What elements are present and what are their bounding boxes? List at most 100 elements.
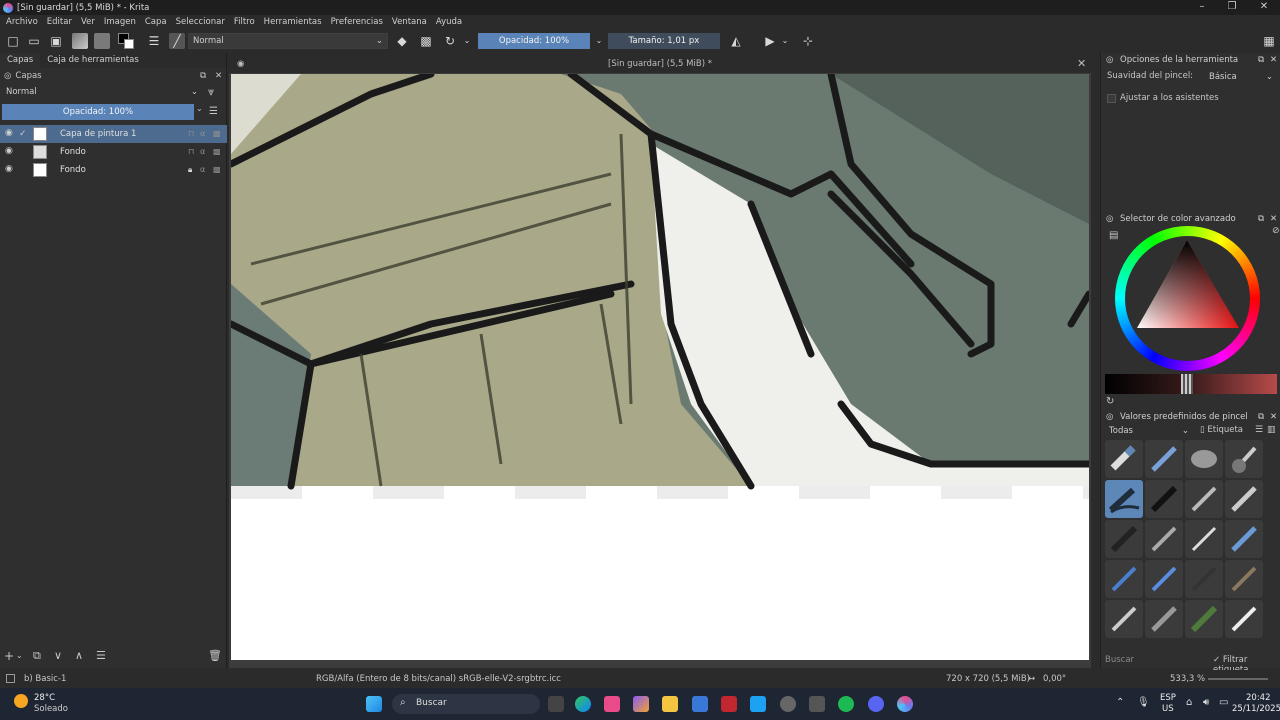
chevron-down-icon[interactable]: ⌄ [196,104,203,113]
color-history-strip[interactable] [1105,374,1277,394]
pattern-icon[interactable] [94,33,110,49]
layer-options-icon[interactable]: ☰ [209,106,218,117]
layer-row[interactable]: ◉ Fondo ⊓ α ▩ [0,143,227,161]
layer-row[interactable]: ◉ Fondo 🔒︎ α ▩ [0,161,227,179]
menu-ayuda[interactable]: Ayuda [436,17,462,27]
microphone-icon[interactable]: 🎙︎ [1137,697,1150,708]
edge-icon[interactable] [575,696,591,712]
float-dock-icon[interactable]: ⧉ [1258,53,1264,67]
menu-capa[interactable]: Capa [145,17,167,27]
add-layer-icon[interactable]: + [4,649,14,663]
clear-color-icon[interactable]: ⊘ [1272,226,1280,236]
layer-properties-icon[interactable]: ☰ [96,649,106,662]
chevron-down-icon[interactable]: ⌄ [594,33,604,49]
wrap-around-icon[interactable]: ⊹ [800,33,816,49]
app-icon[interactable] [604,696,620,712]
eye-icon[interactable]: ◉ [5,147,14,156]
menu-imagen[interactable]: Imagen [104,17,136,27]
tab-capas[interactable]: Capas [0,53,41,68]
close-dock-icon[interactable]: ✕ [1270,212,1277,226]
float-dock-icon[interactable]: ⧉ [1258,410,1264,424]
layer-blend-mode-select[interactable]: Normal ⌄ [2,85,202,99]
brush-preset-marker[interactable] [1225,480,1263,518]
brush-preset-color-pencil[interactable] [1225,520,1263,558]
close-dock-icon[interactable]: ✕ [215,71,222,81]
open-folder-icon[interactable]: ▭ [26,33,42,49]
lock-icon[interactable]: ⊓ [188,143,198,161]
refresh-icon[interactable]: ↻ [1106,396,1114,407]
mirror-vertical-icon[interactable]: ▶ [762,33,778,49]
krita-taskbar-icon[interactable] [897,696,913,712]
menu-ventana[interactable]: Ventana [392,17,427,27]
brush-preset-pencil[interactable] [1185,480,1223,518]
file-explorer-icon[interactable] [662,696,678,712]
canvas[interactable] [231,74,1089,660]
brush-preset-pencil-wood[interactable] [1225,560,1263,598]
duplicate-layer-icon[interactable]: ⧉ [33,649,41,663]
eraser-icon[interactable]: ◆ [394,33,410,49]
brush-settings-icon[interactable]: ☰ [146,33,162,49]
gradient-icon[interactable] [72,33,88,49]
brush-preset-basic-1[interactable] [1105,480,1143,518]
size-slider[interactable]: Tamaño: 1,01 px [608,33,720,49]
brush-preset-pencil-light[interactable] [1145,560,1183,598]
zoom-slider[interactable] [1208,678,1268,680]
discord-icon[interactable] [868,696,884,712]
new-document-icon[interactable]: □ [5,33,21,49]
opacity-slider[interactable]: Opacidad: 100% [478,33,590,49]
netflix-icon[interactable] [721,696,737,712]
brush-preset-texture[interactable] [1225,600,1263,638]
reload-preset-icon[interactable]: ↻ [442,33,458,49]
preset-filter-select[interactable]: Todas ⌄ [1105,425,1193,438]
menu-editar[interactable]: Editar [47,17,72,27]
workspace-icon[interactable]: ▦ [1261,33,1277,49]
menu-archivo[interactable]: Archivo [6,17,38,27]
smoothing-select[interactable]: Básica ⌄ [1205,70,1277,84]
close-dock-icon[interactable]: ✕ [1270,53,1277,67]
menu-filtro[interactable]: Filtro [234,17,255,27]
language-bottom[interactable]: US [1162,704,1174,714]
fg-bg-color-icon[interactable] [118,33,134,49]
float-dock-icon[interactable]: ⧉ [200,71,206,81]
close-icon[interactable]: ✕ [1248,0,1280,15]
preset-menu-icon[interactable]: ☰ [1255,425,1263,435]
chevron-down-icon[interactable]: ⌄ [462,33,472,49]
chevron-down-icon[interactable]: ⌄ [16,651,23,660]
brush-preset-soft[interactable] [1105,600,1143,638]
brush-preset-smudge[interactable] [1145,600,1183,638]
volume-icon[interactable]: 🔊︎ [1203,697,1209,708]
alpha-lock-icon[interactable]: α [200,125,210,143]
network-icon[interactable]: ⌂ [1186,697,1192,708]
task-view-icon[interactable] [548,696,564,712]
blend-mode-select[interactable]: Normal ⌄ [188,33,388,49]
eye-icon[interactable]: ◉ [5,129,14,138]
menu-ver[interactable]: Ver [81,17,95,27]
menu-preferencias[interactable]: Preferencias [331,17,383,27]
brush-preset-pencil-dark[interactable] [1185,560,1223,598]
color-triangle[interactable] [1115,226,1260,371]
inherit-alpha-icon[interactable]: ▩ [213,125,223,143]
restore-icon[interactable]: ❐ [1216,0,1248,15]
filter-icon[interactable]: ⩔ [208,85,214,99]
assistants-checkbox[interactable] [1107,94,1116,103]
save-icon[interactable]: ▣ [48,33,64,49]
brush-preset-green[interactable] [1185,600,1223,638]
brush-preset-icon[interactable]: ╱ [169,33,185,49]
clock-time[interactable]: 20:42 [1246,693,1271,703]
preset-search-input[interactable]: Buscar [1105,655,1209,665]
lock-icon[interactable]: 🔒︎ [188,161,198,179]
menu-seleccionar[interactable]: Seleccionar [176,17,225,27]
copilot-icon[interactable] [633,696,649,712]
eye-icon[interactable]: ◉ [5,165,14,174]
tab-caja-de-herramientas[interactable]: Caja de herramientas [40,53,146,68]
battery-icon[interactable]: ▭ [1219,697,1228,708]
close-dock-icon[interactable]: ✕ [1270,410,1277,424]
spotify-icon[interactable] [838,696,854,712]
alpha-lock-icon[interactable]: α [200,143,210,161]
clock-date[interactable]: 25/11/2025 [1232,704,1280,714]
brush-preset-pen[interactable] [1145,440,1183,478]
brush-preset-eraser[interactable] [1105,440,1143,478]
twitter-icon[interactable] [750,696,766,712]
inherit-alpha-icon[interactable]: ▩ [213,143,223,161]
chevron-up-icon[interactable]: ⌃ [1116,697,1124,708]
